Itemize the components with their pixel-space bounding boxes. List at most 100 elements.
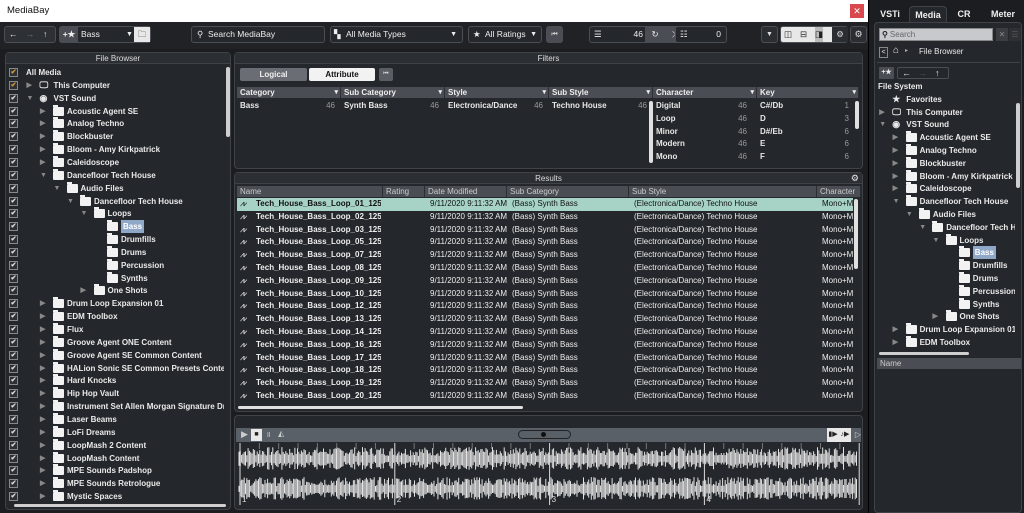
tree-item[interactable]: ✔ ▶ Acoustic Agent SE xyxy=(6,104,224,118)
tree-item[interactable]: ✔ ▼ Dancefloor Tech House xyxy=(6,194,224,208)
checkbox[interactable]: ✔ xyxy=(9,132,18,142)
setup-icon[interactable]: ⚙ xyxy=(832,27,848,42)
collapsed-arrow-icon[interactable]: ▶ xyxy=(40,413,45,426)
up-button[interactable]: ↑ xyxy=(43,27,47,42)
tree-item[interactable]: ✔ ▼ Audio Files xyxy=(6,181,224,195)
collapsed-arrow-icon[interactable]: ▶ xyxy=(40,310,45,323)
stop-button[interactable]: ■ xyxy=(251,429,262,441)
results-row[interactable]: ⩘⩗ Tech_House_Bass_Loop_03_125bpm_I 9/11/2… xyxy=(237,224,853,237)
filter-column-header[interactable]: Character ▾ xyxy=(653,87,757,98)
checkbox[interactable]: ✔ xyxy=(9,440,18,450)
collapsed-arrow-icon[interactable]: ▶ xyxy=(40,130,45,143)
volume-slider-thumb[interactable] xyxy=(541,432,546,437)
checkbox[interactable]: ✔ xyxy=(9,209,18,219)
results-column-header[interactable]: Date Modified xyxy=(425,186,507,197)
file-browser-hscrollbar[interactable] xyxy=(14,504,226,507)
tree-item[interactable]: Synths xyxy=(875,297,1015,311)
tree-item[interactable]: ✔ Drumfills xyxy=(6,233,224,246)
tree-item[interactable]: ✔ ▶ Mystic Spaces xyxy=(6,490,224,503)
collapsed-arrow-icon[interactable]: ▶ xyxy=(40,452,45,465)
settings-gear-button[interactable]: ⚙ xyxy=(850,26,867,43)
column-menu-arrow-icon[interactable]: ▾ xyxy=(852,87,856,98)
pause-button[interactable]: ॥ xyxy=(266,429,271,440)
column-menu-arrow-icon[interactable]: ▾ xyxy=(334,87,338,98)
tree-item[interactable]: ✔ ▶ MPE Sounds Retrologue xyxy=(6,477,224,490)
forward-button[interactable]: → xyxy=(26,27,35,42)
tree-item[interactable]: ▶ 🖵 This Computer xyxy=(875,106,1015,119)
reset-filters-button[interactable]: ⏮ xyxy=(546,26,563,43)
back-button[interactable]: ← xyxy=(9,27,18,42)
column-menu-arrow-icon[interactable]: ▾ xyxy=(646,87,650,98)
tree-item[interactable]: ✔ Bass xyxy=(6,220,224,234)
results-row[interactable]: ⩘⩗ Tech_House_Bass_Loop_19_125bpm_(9/11/2… xyxy=(237,377,853,390)
checkbox[interactable]: ✔ xyxy=(9,350,18,360)
tree-item[interactable]: ✔ ▶ Instrument Set Allen Morgan Signature … xyxy=(6,400,224,413)
tab-media[interactable]: Media xyxy=(909,6,947,23)
collapsed-arrow-icon[interactable]: ▶ xyxy=(893,170,898,183)
results-row[interactable]: ⩘⩗ Tech_House_Bass_Loop_18_125bpm_/ 9/11/2… xyxy=(237,364,853,377)
collapsed-arrow-icon[interactable]: ▶ xyxy=(893,336,898,349)
tree-item[interactable]: ✔ ▶ Flux xyxy=(6,323,224,336)
tree-item[interactable]: ✔ ▶ Bloom - Amy Kirkpatrick xyxy=(6,143,224,156)
collapsed-arrow-icon[interactable]: ▶ xyxy=(40,349,45,362)
tree-item[interactable]: ▶ Analog Techno xyxy=(875,144,1015,157)
collapsed-arrow-icon[interactable]: ▶ xyxy=(40,439,45,452)
tree-item[interactable]: Drumfills xyxy=(875,259,1015,272)
play-button[interactable]: ▶ xyxy=(241,429,248,440)
tree-item[interactable]: ✔ Synths xyxy=(6,271,224,285)
media-types-select[interactable]: ▚ All Media Types ▼ xyxy=(330,26,463,43)
checkbox[interactable]: ✔ xyxy=(9,402,18,412)
metronome-button[interactable]: ◭ xyxy=(278,429,284,438)
checkbox[interactable]: ✔ xyxy=(9,427,18,437)
checkbox[interactable]: ✔ xyxy=(9,170,18,180)
tab-meter[interactable]: Meter xyxy=(981,6,1024,22)
tree-item[interactable]: ✔ ▶ Hip Hop Vault xyxy=(6,387,224,400)
checkbox[interactable]: ✔ xyxy=(9,106,18,116)
rz-tree-hscrollbar[interactable] xyxy=(879,352,969,355)
collapsed-arrow-icon[interactable]: ▶ xyxy=(893,131,898,144)
results-row[interactable]: ⩘⩗ Tech_House_Bass_Loop_08_125bpm_I 9/11/2… xyxy=(237,262,853,275)
tree-item[interactable]: ✔ ▶ 🖵 This Computer xyxy=(6,79,224,92)
checkbox[interactable]: ✔ xyxy=(9,299,18,309)
tree-item[interactable]: File System xyxy=(875,80,1015,93)
tree-item[interactable]: ✔ ▶ One Shots xyxy=(6,284,224,297)
results-row[interactable]: ⩘⩗ Tech_House_Bass_Loop_16_125bpm_(9/11/2… xyxy=(237,339,853,352)
tree-item[interactable]: ✔ ▶ Drum Loop Expansion 01 xyxy=(6,297,224,310)
character-scrollbar[interactable] xyxy=(649,101,653,163)
close-button[interactable]: ✕ xyxy=(850,4,864,18)
filter-column-header[interactable]: Category ▾ xyxy=(237,87,341,98)
tree-item[interactable]: ✔ Percussion xyxy=(6,258,224,272)
collapsed-arrow-icon[interactable]: ▶ xyxy=(40,426,45,439)
expanded-arrow-icon[interactable]: ▼ xyxy=(933,234,940,247)
collapsed-arrow-icon[interactable]: ▶ xyxy=(893,182,898,195)
tree-item[interactable]: ✔ ▶ Groove Agent SE Common Content xyxy=(6,348,224,362)
results-row[interactable]: ⩘⩗ Tech_House_Bass_Loop_02_125bpm_I 9/11/2… xyxy=(237,211,853,224)
clear-search-button[interactable]: ✕ xyxy=(996,28,1008,41)
collapsed-arrow-icon[interactable]: ▶ xyxy=(40,117,45,130)
tree-item[interactable]: ✔ ▶ Blockbuster xyxy=(6,130,224,143)
tree-item[interactable]: ✔ Drums xyxy=(6,245,224,259)
tree-item[interactable]: ▼ Loops xyxy=(875,233,1015,247)
home-icon[interactable]: ⌂ xyxy=(893,45,899,56)
tree-item[interactable]: ✔ ▶ Caleidoscope xyxy=(6,155,224,169)
checkbox[interactable]: ✔ xyxy=(9,376,18,386)
checkbox[interactable]: ✔ xyxy=(9,260,18,270)
results-column-header[interactable]: Name xyxy=(237,186,383,197)
tree-item[interactable]: ▶ Caleidoscope xyxy=(875,182,1015,195)
expanded-arrow-icon[interactable]: ▼ xyxy=(919,221,926,234)
rz-up-arrow[interactable]: ↑ xyxy=(935,68,940,78)
results-hscrollbar[interactable] xyxy=(238,406,523,409)
collapsed-arrow-icon[interactable]: ▶ xyxy=(893,144,898,157)
tree-item[interactable]: ✔ ▶ LoopMash Content xyxy=(6,451,224,465)
breadcrumb[interactable]: File Browser xyxy=(919,47,963,56)
checkbox[interactable]: ✔ xyxy=(9,235,18,245)
bottom-zone-toggle[interactable]: ⊟ xyxy=(800,27,807,42)
expanded-arrow-icon[interactable]: ▼ xyxy=(27,92,34,105)
column-menu-arrow-icon[interactable]: ▾ xyxy=(542,87,546,98)
checkbox[interactable]: ✔ xyxy=(9,466,18,476)
checkbox[interactable]: ✔ xyxy=(9,453,18,463)
collapsed-arrow-icon[interactable]: ▶ xyxy=(27,79,32,92)
tree-item[interactable]: Bass xyxy=(875,246,1015,260)
tree-item[interactable]: ▼ Dancefloor Tech Ho xyxy=(875,220,1015,234)
checkbox[interactable]: ✔ xyxy=(9,222,18,232)
